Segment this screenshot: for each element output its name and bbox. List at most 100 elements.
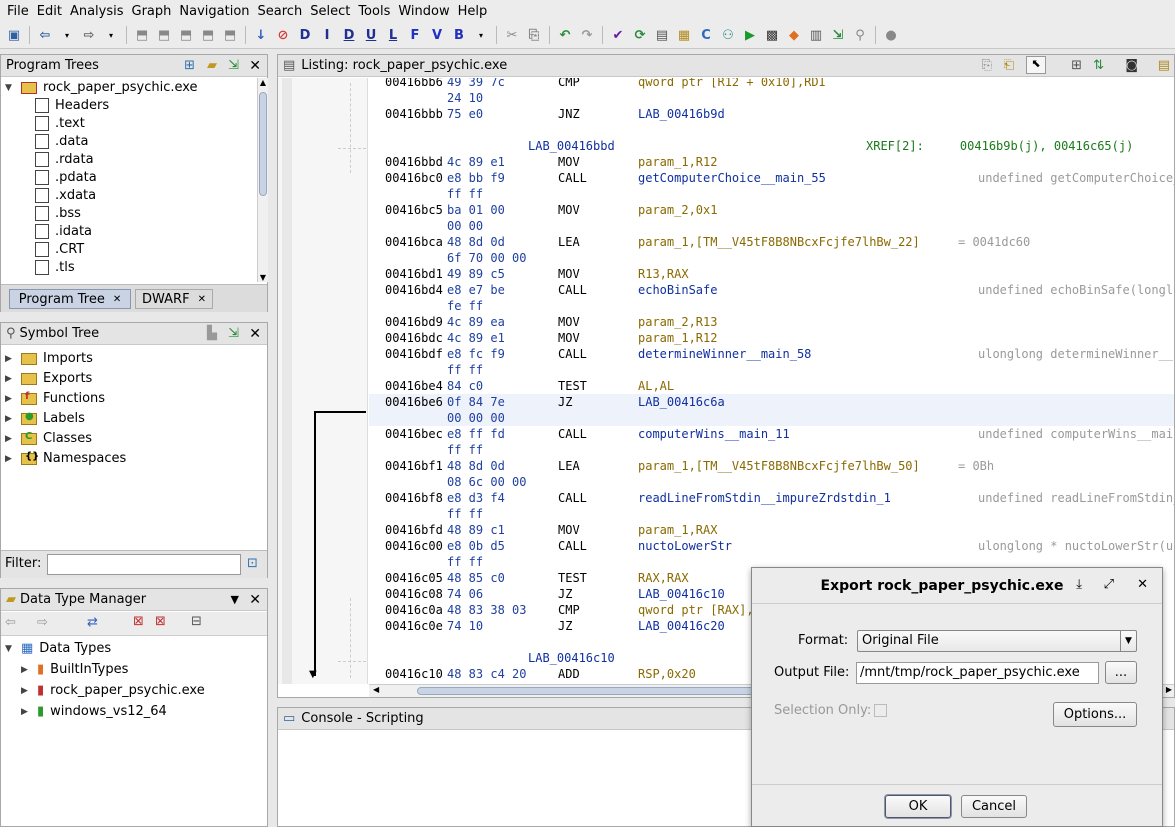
listing-op[interactable]: param_1,R12	[638, 330, 717, 346]
symbol-category-functions[interactable]: ▶ f Functions	[5, 391, 105, 407]
namespace-icon[interactable]: ▙	[207, 326, 217, 341]
tree-item[interactable]: .text	[35, 116, 85, 131]
listing-op[interactable]: AL,AL	[638, 378, 674, 394]
listing-op[interactable]: getComputerChoice__main_55	[638, 170, 826, 186]
menu-analysis[interactable]: Analysis	[66, 4, 128, 19]
save-icon[interactable]: ▣	[4, 25, 24, 45]
output-file-input[interactable]: /mnt/tmp/rock_paper_psychic.exe	[856, 662, 1099, 684]
instruction-icon[interactable]: I	[317, 25, 337, 45]
table-icon[interactable]: ▥	[806, 25, 826, 45]
tab-dwarf[interactable]: DWARF ✕	[135, 289, 213, 309]
redo-icon[interactable]: ↷	[577, 25, 597, 45]
listing-op[interactable]: RSP,0x20	[638, 666, 696, 682]
tree-add-icon[interactable]: ⊞	[184, 58, 195, 73]
listing-op[interactable]: param_1,[TM__V45tF8B8NBcxFcjfe7lhBw_50]	[638, 458, 920, 474]
tree-item[interactable]: .tls	[35, 260, 75, 275]
cursor-icon[interactable]: ⬉	[1026, 56, 1046, 74]
label-icon[interactable]: L	[383, 25, 403, 45]
scroll-thumb[interactable]	[417, 687, 757, 695]
menu-file[interactable]: File	[3, 4, 33, 19]
listing-op[interactable]: RAX,RAX	[638, 570, 689, 586]
close-icon[interactable]: ✕	[1137, 577, 1148, 592]
format-icon[interactable]: ⊞	[1071, 58, 1082, 73]
archive-item[interactable]: ▶ ▮ windows_vs12_64	[21, 704, 167, 719]
listing-op[interactable]: determineWinner__main_58	[638, 346, 811, 362]
tab-program-tree[interactable]: Program Tree ✕	[9, 289, 131, 309]
options-button[interactable]: Options...	[1053, 702, 1137, 727]
tree-item[interactable]: .pdata	[35, 170, 97, 185]
tree-icon[interactable]: ⚲	[850, 25, 870, 45]
expand-icon[interactable]: ▼	[5, 83, 15, 93]
tree-item[interactable]: Headers	[35, 98, 109, 113]
diamond-icon[interactable]: ◆	[784, 25, 804, 45]
expand-icon[interactable]: ▶	[5, 454, 15, 464]
chevron-down-icon[interactable]: ▼	[1120, 631, 1136, 651]
format-select[interactable]: Original File ▼	[857, 630, 1137, 652]
nav-func-icon[interactable]: ⬒	[176, 25, 196, 45]
expand-icon[interactable]: ▼	[5, 644, 15, 654]
data-types-root[interactable]: ▼ ▦ Data Types	[5, 641, 111, 656]
menu-search[interactable]: Search	[254, 4, 307, 19]
variable-icon[interactable]: V	[427, 25, 447, 45]
tree-go-icon[interactable]: ⇲	[228, 326, 239, 341]
listing-op[interactable]: nuctoLowerStr	[638, 538, 732, 554]
xref-info[interactable]: XREF[2]: 00416b9b(j), 00416c65(j)	[866, 138, 1133, 154]
copy-icon[interactable]: ⎘	[524, 25, 544, 45]
symbol-category-exports[interactable]: ▶ Exports	[5, 371, 92, 386]
listing-op[interactable]: LAB_00416c10	[638, 586, 725, 602]
filter-off-icon[interactable]: ⊠	[133, 614, 144, 629]
close-icon[interactable]: ✕	[113, 294, 121, 305]
symbol-category-imports[interactable]: ▶ Imports	[5, 351, 93, 366]
close-icon[interactable]: ✕	[198, 294, 206, 305]
memory-map-icon[interactable]: ▤	[652, 25, 672, 45]
down-arrow-icon[interactable]: ↓	[251, 25, 271, 45]
listing-op[interactable]: LAB_00416c20	[638, 618, 725, 634]
bytes-dropdown-icon[interactable]: ▾	[471, 25, 491, 45]
menu-select[interactable]: Select	[306, 4, 354, 19]
nav-next-icon[interactable]: ⬒	[154, 25, 174, 45]
clear-icon[interactable]: ⊘	[273, 25, 293, 45]
menu-window[interactable]: Window	[394, 4, 453, 19]
tree-go-icon[interactable]: ⇲	[228, 58, 239, 73]
forward-icon[interactable]: ⇨	[79, 25, 99, 45]
back-icon[interactable]: ⇦	[35, 25, 55, 45]
ok-button[interactable]: OK	[885, 795, 951, 818]
menu-edit[interactable]: Edit	[33, 4, 66, 19]
nav-bookmark-icon[interactable]: ⬒	[220, 25, 240, 45]
filter-options-icon[interactable]: ⊡	[247, 556, 258, 571]
more-icon[interactable]: ▤	[1158, 58, 1170, 73]
nav-prev-icon[interactable]: ⬒	[132, 25, 152, 45]
expand-icon[interactable]: ▶	[5, 394, 15, 404]
paste-icon[interactable]: ⎗	[1004, 58, 1014, 73]
scroll-down-icon[interactable]: ▼	[258, 273, 268, 282]
close-icon[interactable]: ✕	[249, 58, 261, 74]
tree-item[interactable]: .CRT	[35, 242, 84, 257]
menu-tools[interactable]: Tools	[354, 4, 394, 19]
listing-op[interactable]: LAB_00416c6a	[638, 394, 725, 410]
filter-input[interactable]	[47, 554, 241, 575]
refresh-icon[interactable]: ⟳	[630, 25, 650, 45]
symbol-category-classes[interactable]: ▶ C Classes	[5, 431, 92, 447]
expand-icon[interactable]: ▶	[21, 665, 31, 675]
undo-icon[interactable]: ↶	[555, 25, 575, 45]
link-icon[interactable]: ⇄	[87, 615, 98, 630]
selection-only-checkbox[interactable]	[874, 704, 887, 717]
archive-item[interactable]: ▶ ▮ rock_paper_psychic.exe	[21, 683, 205, 698]
listing-op[interactable]: param_2,R13	[638, 314, 717, 330]
listing-label[interactable]: LAB_00416c10	[528, 650, 615, 666]
scroll-left-icon[interactable]: ◀	[373, 685, 379, 694]
tree-item[interactable]: .data	[35, 134, 88, 149]
snapshot-icon[interactable]: ◙	[1125, 58, 1138, 73]
run-icon[interactable]: ▶	[740, 25, 760, 45]
scroll-thumb[interactable]	[259, 92, 267, 196]
copy-icon[interactable]: ⎘	[982, 58, 992, 73]
listing-op[interactable]: R13,RAX	[638, 266, 689, 282]
tree-item[interactable]: .xdata	[35, 188, 96, 203]
cut-icon[interactable]: ✂	[502, 25, 522, 45]
scroll-up-icon[interactable]: ▲	[258, 78, 268, 87]
listing-op[interactable]: param_1,[TM__V45tF8B8NBcxFcjfe7lhBw_22]	[638, 234, 920, 250]
cancel-button[interactable]: Cancel	[961, 795, 1027, 818]
forward-dropdown-icon[interactable]: ▾	[101, 25, 121, 45]
expand-icon[interactable]: ▶	[21, 707, 31, 717]
menu-navigation[interactable]: Navigation	[175, 4, 253, 19]
